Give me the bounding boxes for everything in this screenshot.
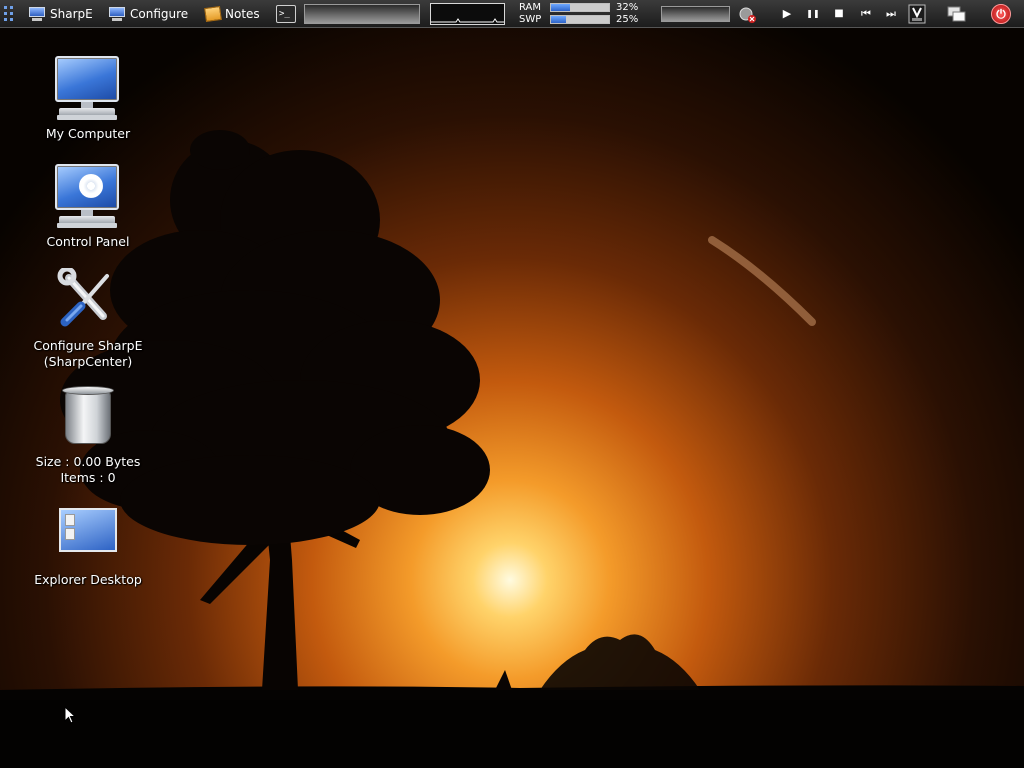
sharpe-button-label: SharpE <box>50 7 93 21</box>
configure-sharpe-icon[interactable]: Configure SharpE (SharpCenter) <box>18 266 158 370</box>
wrench-screwdriver-icon <box>53 266 123 334</box>
stop-button[interactable]: ■ <box>832 7 846 21</box>
media-player-icon[interactable] <box>908 4 926 24</box>
volume-slider[interactable] <box>661 6 730 22</box>
menu-grip-icon[interactable] <box>3 5 15 23</box>
top-taskbar: SharpE Configure Notes >_ RAM SWP 32% 25… <box>0 0 1024 28</box>
next-track-button[interactable]: ⏭ <box>882 7 900 21</box>
swap-usage-fill <box>551 16 566 23</box>
recycle-bin-icon[interactable]: Size : 0.00 Bytes Items : 0 <box>18 384 158 486</box>
recycle-bin-size: Size : 0.00 Bytes <box>35 454 141 469</box>
swap-label: SWP <box>519 14 542 25</box>
control-panel-label: Control Panel <box>46 234 130 249</box>
terminal-button[interactable]: >_ <box>276 5 296 23</box>
explorer-desktop-label: Explorer Desktop <box>34 572 142 587</box>
play-button[interactable]: ▶ <box>780 7 794 21</box>
previous-track-button[interactable]: ⏮ <box>857 7 875 21</box>
ram-usage-bar <box>550 3 610 12</box>
mouse-cursor-icon <box>64 705 78 726</box>
control-panel-icon[interactable]: Control Panel <box>18 164 158 250</box>
monitor-icon <box>28 6 46 22</box>
cpu-graph <box>430 3 505 25</box>
swap-usage-bar <box>550 15 610 24</box>
pause-button[interactable]: ❚❚ <box>806 7 820 21</box>
notes-button[interactable]: Notes <box>204 0 260 28</box>
command-input[interactable] <box>304 4 420 24</box>
explorer-window-icon <box>53 502 123 568</box>
ram-percent: 32% <box>616 2 639 13</box>
sharpe-button[interactable]: SharpE <box>28 0 93 28</box>
recycle-bin-items: Items : 0 <box>60 470 116 485</box>
notes-icon <box>204 5 222 23</box>
terminal-icon: >_ <box>279 9 290 19</box>
control-panel-gear-icon <box>53 164 123 230</box>
power-button[interactable]: ⏻ <box>991 4 1011 24</box>
cpu-graph-line <box>431 18 504 23</box>
computer-icon <box>53 56 123 122</box>
power-icon: ⏻ <box>996 7 1006 21</box>
my-computer-icon[interactable]: My Computer <box>18 56 158 142</box>
show-desktop-icon[interactable] <box>947 5 967 23</box>
configure-button[interactable]: Configure <box>108 0 188 28</box>
configure-sharpe-label-line1: Configure SharpE <box>33 338 143 353</box>
ram-usage-fill <box>551 4 570 11</box>
configure-sharpe-label-line2: (SharpCenter) <box>43 354 133 369</box>
swap-percent: 25% <box>616 14 639 25</box>
monitor-icon <box>108 6 126 22</box>
explorer-desktop-icon[interactable]: Explorer Desktop <box>18 502 158 588</box>
my-computer-label: My Computer <box>45 126 131 141</box>
notes-button-label: Notes <box>225 7 260 21</box>
muted-speaker-icon[interactable] <box>738 6 758 24</box>
trash-can-icon <box>53 384 123 450</box>
ram-label: RAM <box>519 2 542 13</box>
configure-button-label: Configure <box>130 7 189 21</box>
